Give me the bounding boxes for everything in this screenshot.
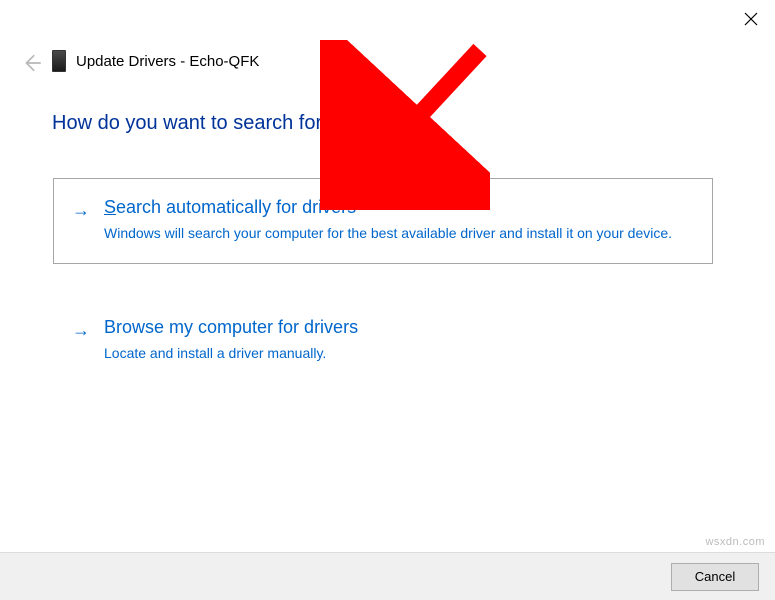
watermark: wsxdn.com <box>705 536 765 548</box>
option-body: Browse my computer for drivers Locate an… <box>104 317 692 363</box>
option-desc: Locate and install a driver manually. <box>104 344 692 363</box>
option-title: Search automatically for drivers <box>104 197 692 218</box>
cancel-button[interactable]: Cancel <box>671 563 759 591</box>
options-list: → Search automatically for drivers Windo… <box>53 178 713 414</box>
arrow-right-icon: → <box>72 199 90 221</box>
back-button[interactable] <box>20 52 42 74</box>
arrow-left-icon <box>20 52 42 74</box>
close-button[interactable] <box>744 12 760 28</box>
device-icon <box>52 50 66 72</box>
dialog-header: Update Drivers - Echo-QFK <box>52 50 259 72</box>
dialog-title: Update Drivers - Echo-QFK <box>76 53 259 70</box>
page-heading: How do you want to search for drivers? <box>52 112 399 135</box>
option-title: Browse my computer for drivers <box>104 317 692 338</box>
option-browse-computer[interactable]: → Browse my computer for drivers Locate … <box>53 298 713 384</box>
option-body: Search automatically for drivers Windows… <box>104 197 692 243</box>
titlebar <box>0 0 775 40</box>
arrow-right-icon: → <box>72 319 90 341</box>
close-icon <box>744 12 758 26</box>
option-search-automatically[interactable]: → Search automatically for drivers Windo… <box>53 178 713 264</box>
dialog-footer: Cancel <box>0 552 775 600</box>
option-desc: Windows will search your computer for th… <box>104 224 692 243</box>
